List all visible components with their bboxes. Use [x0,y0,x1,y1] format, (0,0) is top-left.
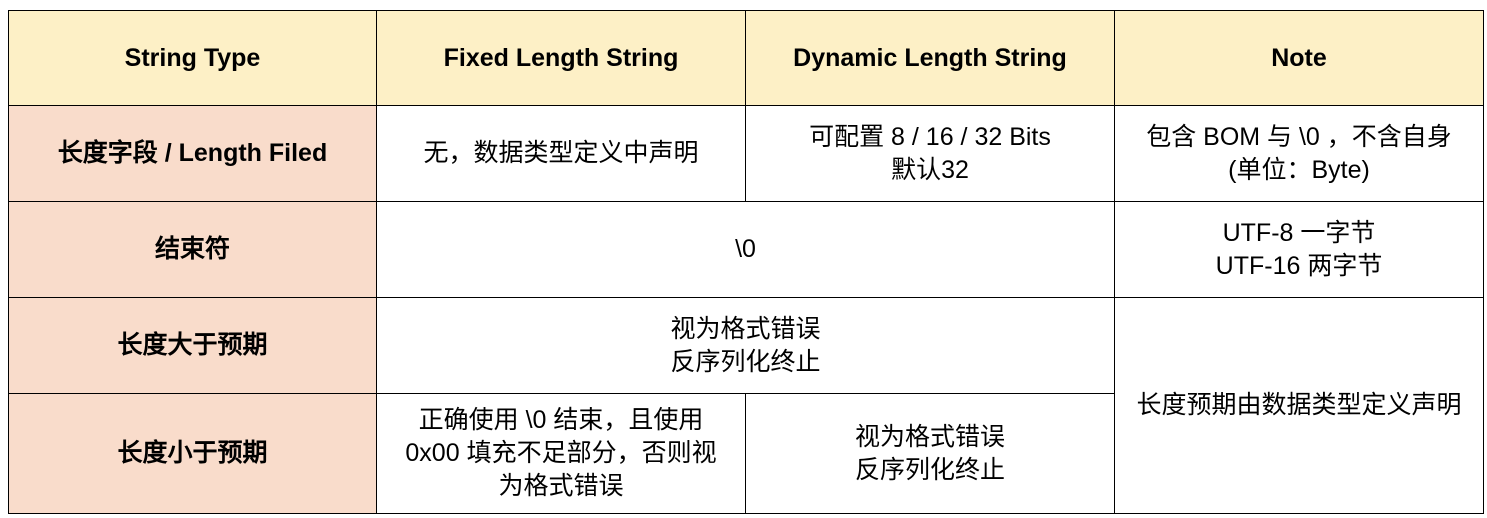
cell-text-line: 正确使用 \0 结束，且使用 [418,406,704,434]
cell-text-line: UTF-16 两字节 [1215,251,1383,280]
cell-text-line: 视为格式错误 [670,314,821,343]
table-row-length-greater: 长度大于预期 视为格式错误 反序列化终止 长度预期由数据类型定义声明 [8,297,1484,514]
header-dynamic-length-string: Dynamic Length String [745,10,1115,106]
cell-text-line: 包含 BOM 与 \0 ，不含自身 [1146,122,1452,151]
cell-terminator-shared: \0 [376,201,1115,298]
cell-length-field-dynamic: 可配置 8 / 16 / 32 Bits 默认32 [745,105,1115,202]
header-note: Note [1114,10,1484,106]
cell-text-line: 可配置 8 / 16 / 32 Bits [809,122,1051,151]
header-fixed-length-string: Fixed Length String [376,10,746,106]
cell-length-less-fixed: 正确使用 \0 结束，且使用 0x00 填充不足部分，否则视 为格式错误 [376,393,746,514]
cell-length-note-merged: 长度预期由数据类型定义声明 [1114,297,1484,514]
header-string-type: String Type [8,10,377,106]
cell-text-line: 反序列化终止 [854,455,1005,484]
cell-text-line: 0x00 填充不足部分，否则视 [405,439,717,467]
cell-text-line: 反序列化终止 [670,347,821,376]
cell-text-line: 默认32 [891,155,969,184]
table-row-terminator: 结束符 \0 UTF-8 一字节 UTF-16 两字节 [8,201,1484,298]
row-label-length-less: 长度小于预期 [8,393,377,514]
cell-text-line: 为格式错误 [498,472,624,500]
table-row-length-field: 长度字段 / Length Filed 无，数据类型定义中声明 可配置 8 / … [8,105,1484,202]
row-label-length-field: 长度字段 / Length Filed [8,105,377,202]
cell-length-greater-shared: 视为格式错误 反序列化终止 [376,297,1115,394]
cell-length-less-dynamic: 视为格式错误 反序列化终止 [745,393,1115,514]
cell-terminator-note: UTF-8 一字节 UTF-16 两字节 [1114,201,1484,298]
row-label-length-greater: 长度大于预期 [8,297,377,394]
cell-length-field-note: 包含 BOM 与 \0 ，不含自身 (单位：Byte) [1114,105,1484,202]
string-type-table: String Type Fixed Length String Dynamic … [8,10,1484,514]
cell-text-line: 视为格式错误 [854,422,1005,451]
cell-text-line: (单位：Byte) [1228,155,1370,184]
header-row: String Type Fixed Length String Dynamic … [8,10,1484,106]
cell-length-field-fixed: 无，数据类型定义中声明 [376,105,746,202]
row-label-terminator: 结束符 [8,201,377,298]
cell-text-line: UTF-8 一字节 [1222,218,1376,247]
